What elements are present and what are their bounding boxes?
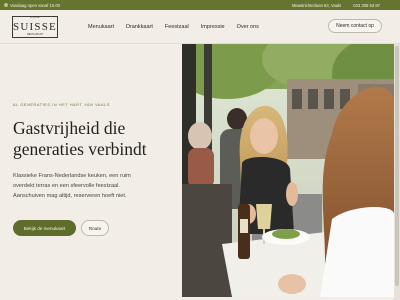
phone-link[interactable]: 043 308 53 87 (353, 3, 380, 8)
logo-sub-text: RESTAURANT (26, 33, 44, 36)
nav-menu: Menukaart Drankkaart Feestzaal Impressie… (88, 24, 259, 30)
opening-status-text: Vandaag open vanaf 10.00 (10, 2, 60, 8)
route-button[interactable]: Route (81, 220, 109, 236)
hero-headline: Gastvrijheid die generaties verbindt (13, 118, 183, 160)
top-info-bar: Vandaag open vanaf 10.00 Maastrichterlaa… (0, 0, 400, 10)
view-menu-button[interactable]: Bekijk de menukaart (13, 220, 76, 236)
scrollbar-thumb[interactable] (395, 46, 399, 286)
status-dot-icon (4, 3, 8, 7)
hero-description-line-2: overdekt terras en een sfeervolle feestz… (13, 183, 120, 189)
nav-item-impressie[interactable]: Impressie (201, 24, 225, 30)
logo-top-text: CAFE (29, 15, 40, 19)
hero-photo (182, 44, 394, 297)
hero-description-line-1: Klassieke Frans-Nederlandse keuken, een … (13, 173, 131, 179)
nav-item-menukaart[interactable]: Menukaart (88, 24, 114, 30)
hero-description-line-3: Aanschuiven mag altijd, reserveren hoeft… (13, 193, 127, 199)
address-link[interactable]: Maastrichterlaan 63, Vaals (292, 3, 341, 8)
contact-button[interactable]: Neem contact op (328, 19, 382, 33)
hero-headline-line-1: Gastvrijheid die (13, 118, 126, 138)
main-navigation: CAFE SUISSE RESTAURANT Menukaart Drankka… (0, 10, 400, 44)
hero-description: Klassieke Frans-Nederlandse keuken, een … (13, 171, 173, 201)
opening-status: Vandaag open vanaf 10.00 (4, 3, 60, 8)
terrace-photo-image (182, 44, 394, 297)
nav-item-drankkaart[interactable]: Drankkaart (126, 24, 153, 30)
hero-headline-line-2: generaties verbindt (13, 139, 147, 159)
hero-eyebrow: Al generaties in het hart van Vaals (13, 103, 111, 107)
nav-item-feestzaal[interactable]: Feestzaal (165, 24, 189, 30)
nav-item-over-ons[interactable]: Over ons (237, 24, 259, 30)
site-logo[interactable]: CAFE SUISSE RESTAURANT (12, 15, 58, 38)
